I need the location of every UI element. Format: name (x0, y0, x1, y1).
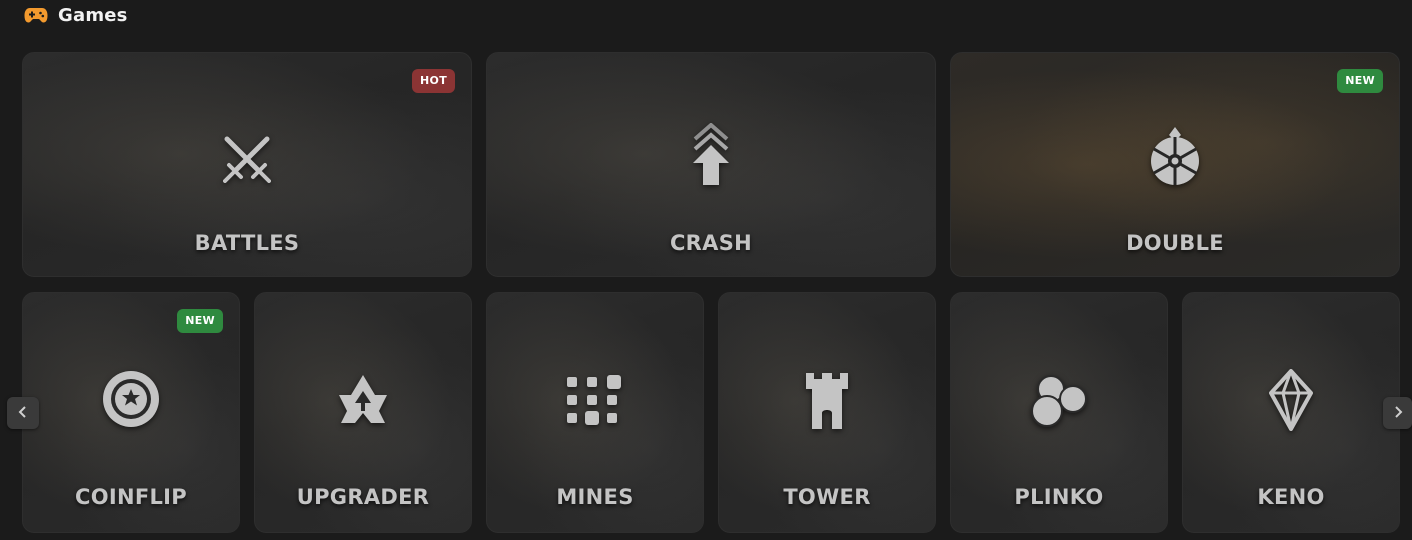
gamepad-icon (24, 6, 48, 24)
game-card-upgrader[interactable]: UPGRADER (254, 292, 472, 533)
grid-icon (565, 371, 625, 431)
carousel-next-button[interactable] (1383, 397, 1412, 429)
rising-arrow-icon (689, 123, 733, 189)
game-label: KENO (1257, 485, 1325, 509)
game-label: BATTLES (194, 231, 300, 255)
game-card-tower[interactable]: TOWER (718, 292, 936, 533)
game-label: MINES (556, 485, 634, 509)
game-label: COINFLIP (75, 485, 187, 509)
game-card-keno[interactable]: KENO (1182, 292, 1400, 533)
game-card-crash[interactable]: CRASH (486, 52, 936, 277)
game-label: UPGRADER (296, 485, 430, 509)
coin-icon (101, 371, 161, 429)
game-card-mines[interactable]: MINES (486, 292, 704, 533)
game-card-coinflip[interactable]: NEW COINFLIP (22, 292, 240, 533)
game-label: CRASH (669, 231, 753, 255)
diamond-icon (1267, 369, 1315, 431)
hot-badge: HOT (412, 69, 455, 93)
game-card-double[interactable]: NEW DOUBLE (950, 52, 1400, 277)
new-badge: NEW (1337, 69, 1383, 93)
new-badge: NEW (177, 309, 223, 333)
crossed-swords-icon (219, 131, 275, 187)
chevron-left-icon (17, 404, 29, 423)
games-section: Games HOT BATTLES CRASH NEW DOUBLE NEW C… (0, 0, 1412, 540)
game-label: TOWER (783, 485, 871, 509)
chevron-right-icon (1392, 404, 1404, 423)
section-header: Games (24, 2, 128, 28)
section-title: Games (58, 4, 128, 26)
game-label: PLINKO (1014, 485, 1104, 509)
balls-icon (1029, 371, 1089, 429)
tower-icon (802, 371, 852, 431)
roulette-wheel-icon (1147, 127, 1203, 187)
carousel-prev-button[interactable] (7, 397, 39, 429)
game-card-plinko[interactable]: PLINKO (950, 292, 1168, 533)
game-label: DOUBLE (1126, 231, 1224, 255)
game-card-battles[interactable]: HOT BATTLES (22, 52, 472, 277)
upgrade-icon (335, 371, 391, 427)
